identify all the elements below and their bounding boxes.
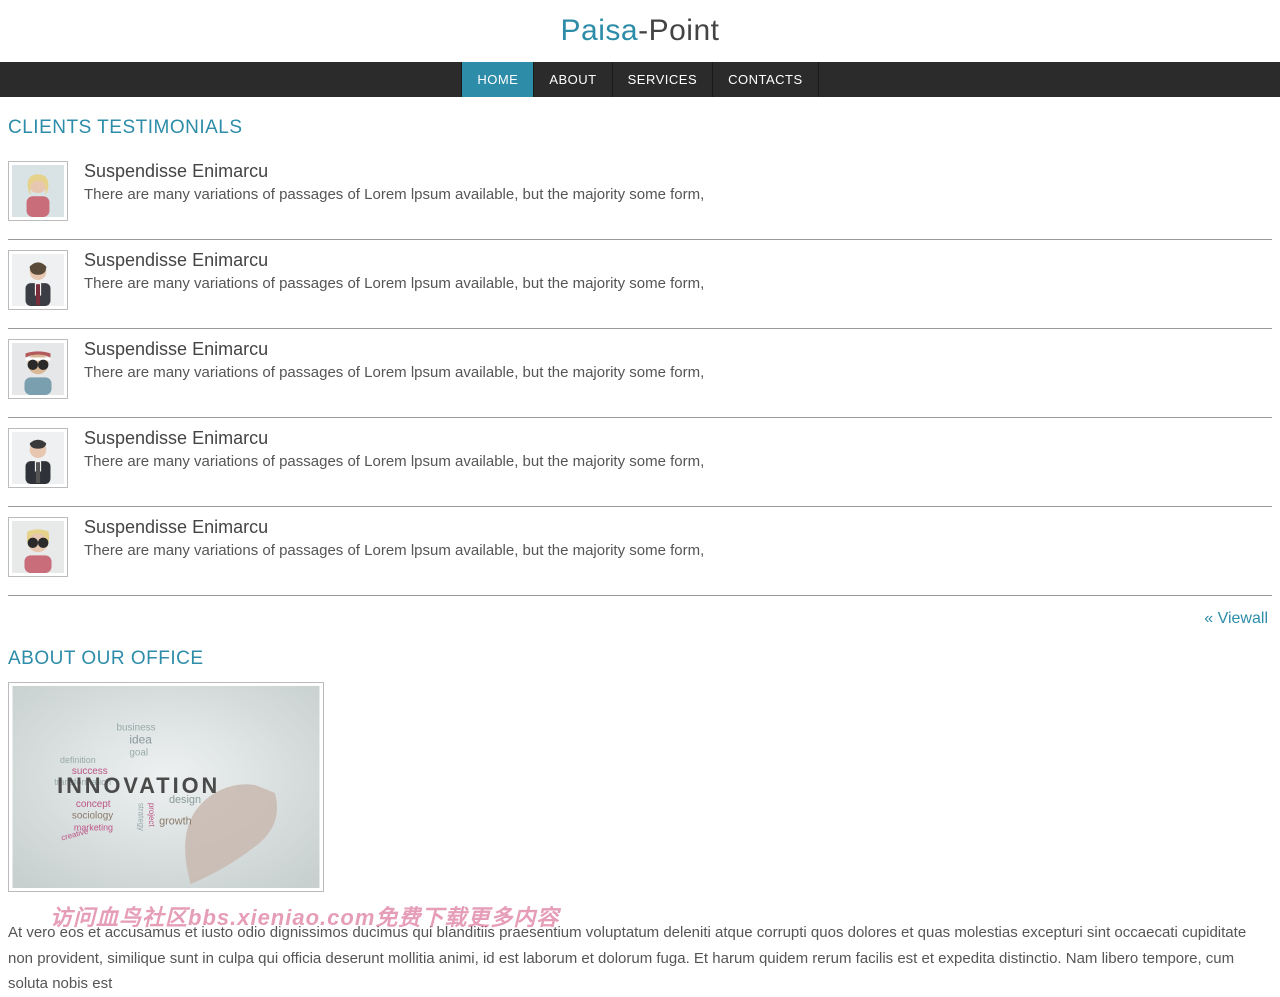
- testimonial-text: There are many variations of passages of…: [84, 273, 704, 294]
- nav-about[interactable]: ABOUT: [534, 62, 612, 97]
- content: CLIENTS TESTIMONIALS Suspendisse Enimarc…: [0, 97, 1280, 997]
- office-text: At vero eos et accusamus et iusto odio d…: [8, 920, 1272, 997]
- svg-text:idea: idea: [129, 732, 152, 746]
- svg-text:definition: definition: [60, 755, 96, 765]
- testimonials-heading: CLIENTS TESTIMONIALS: [8, 117, 1272, 139]
- svg-text:goal: goal: [129, 747, 148, 758]
- testimonial-text: There are many variations of passages of…: [84, 451, 704, 472]
- testimonial-name: Suspendisse Enimarcu: [84, 161, 704, 182]
- testimonial-row: Suspendisse Enimarcu There are many vari…: [8, 329, 1272, 418]
- avatar: [8, 161, 68, 221]
- avatar: [8, 517, 68, 577]
- testimonial-row: Suspendisse Enimarcu There are many vari…: [8, 507, 1272, 596]
- office-heading: ABOUT OUR OFFICE: [8, 648, 1272, 670]
- avatar: [8, 428, 68, 488]
- testimonial-name: Suspendisse Enimarcu: [84, 339, 704, 360]
- nav-contacts[interactable]: CONTACTS: [713, 62, 819, 97]
- svg-text:design: design: [169, 794, 201, 806]
- avatar: [8, 339, 68, 399]
- logo-sep: -: [638, 14, 649, 47]
- nav-services[interactable]: SERVICES: [613, 62, 714, 97]
- testimonial-name: Suspendisse Enimarcu: [84, 428, 704, 449]
- logo-part1: Paisa: [561, 14, 639, 47]
- testimonial-name: Suspendisse Enimarcu: [84, 250, 704, 271]
- testimonial-row: Suspendisse Enimarcu There are many vari…: [8, 240, 1272, 329]
- viewall-wrap: « Viewall: [8, 610, 1268, 628]
- testimonial-row: Suspendisse Enimarcu There are many vari…: [8, 418, 1272, 507]
- testimonial-row: Suspendisse Enimarcu There are many vari…: [8, 151, 1272, 240]
- logo[interactable]: Paisa-Point: [561, 14, 720, 48]
- navbar: HOME ABOUT SERVICES CONTACTS: [0, 62, 1280, 97]
- nav-home[interactable]: HOME: [461, 62, 534, 97]
- svg-text:concept: concept: [76, 799, 111, 810]
- testimonial-text: There are many variations of passages of…: [84, 540, 704, 561]
- office-image: business idea goal definition success tr…: [8, 682, 324, 892]
- testimonial-name: Suspendisse Enimarcu: [84, 517, 704, 538]
- logo-part2: Point: [649, 14, 720, 47]
- avatar: [8, 250, 68, 310]
- testimonial-text: There are many variations of passages of…: [84, 184, 704, 205]
- svg-text:growth: growth: [159, 816, 192, 828]
- svg-text:project: project: [147, 803, 156, 828]
- header: Paisa-Point: [0, 0, 1280, 62]
- testimonial-text: There are many variations of passages of…: [84, 362, 704, 383]
- svg-text:strategy: strategy: [136, 803, 145, 831]
- viewall-link[interactable]: « Viewall: [1204, 610, 1268, 627]
- svg-text:sociology: sociology: [72, 811, 113, 822]
